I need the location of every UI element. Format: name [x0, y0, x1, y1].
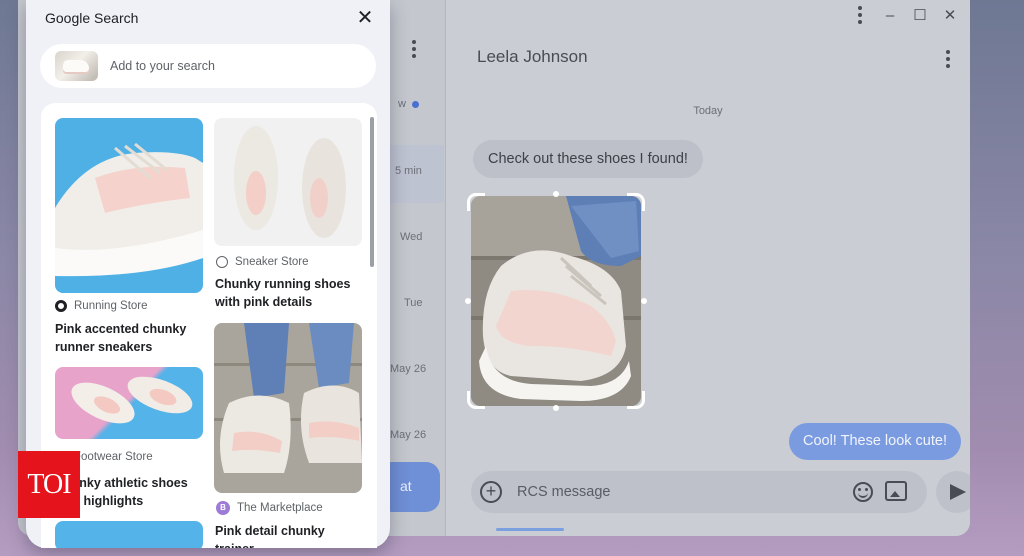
- conversation-time: May 26: [390, 429, 427, 441]
- shoe-photo[interactable]: [471, 196, 641, 406]
- marketplace-logo-icon: B: [216, 501, 230, 515]
- incoming-message[interactable]: Check out these shoes I found!: [473, 140, 703, 178]
- result-title[interactable]: Pink accented chunky runner sneakers: [55, 320, 205, 356]
- source-name: The Marketplace: [237, 502, 323, 514]
- shoe-image: [55, 142, 203, 277]
- radio-icon[interactable]: [216, 256, 228, 268]
- scrollbar[interactable]: [370, 117, 374, 267]
- add-attachment-icon[interactable]: +: [480, 481, 502, 503]
- emoji-icon[interactable]: [853, 482, 873, 502]
- app-menu-icon[interactable]: [852, 6, 868, 24]
- result-title[interactable]: Chunky running shoes with pink details: [215, 275, 365, 311]
- result-image[interactable]: [55, 367, 203, 439]
- result-source: Running Store: [55, 300, 148, 312]
- maximize-icon[interactable]: ☐: [912, 6, 928, 24]
- send-button[interactable]: [936, 471, 970, 513]
- selected-radio-icon[interactable]: [55, 300, 67, 312]
- shoe-image: [234, 126, 346, 238]
- chat-pane: – ☐ ✕ Leela Johnson Today Check out thes…: [446, 0, 970, 536]
- window-controls: – ☐ ✕: [852, 6, 958, 24]
- add-to-search-label: Add to your search: [110, 59, 215, 73]
- outgoing-message[interactable]: Cool! These look cute!: [788, 423, 961, 460]
- shoe-photo-image: [471, 196, 641, 406]
- contact-name: Leela Johnson: [477, 47, 588, 66]
- search-results: Running Store Pink accented chunky runne…: [41, 103, 377, 548]
- result-source: Sneaker Store: [216, 256, 309, 268]
- conversation-time: Tue: [404, 297, 423, 309]
- conversation-time: Wed: [400, 231, 423, 243]
- panel-title: Google Search: [45, 10, 139, 26]
- result-image[interactable]: [214, 323, 362, 493]
- message-input[interactable]: [517, 471, 817, 513]
- message-composer: +: [471, 471, 927, 513]
- conversation-time: 5 min: [395, 165, 422, 177]
- result-title[interactable]: Pink detail chunky trainer: [215, 522, 365, 548]
- source-name: Sneaker Store: [235, 256, 309, 268]
- gallery-icon[interactable]: [885, 481, 907, 501]
- google-search-panel: Google Search ✕ Add to your search Runni…: [26, 0, 390, 548]
- conversation-menu-icon[interactable]: [412, 40, 416, 58]
- close-icon[interactable]: ✕: [354, 7, 376, 29]
- shoe-image: [71, 376, 193, 424]
- search-image-thumbnail: [55, 51, 98, 81]
- conversation-time: May 26: [390, 363, 427, 375]
- scroll-indicator: [496, 528, 564, 531]
- toi-logo: TOI: [18, 451, 80, 518]
- source-name: Footwear Store: [74, 451, 153, 463]
- result-source: B The Marketplace: [216, 501, 323, 515]
- result-image[interactable]: [55, 118, 203, 293]
- close-window-icon[interactable]: ✕: [942, 6, 958, 24]
- minimize-icon[interactable]: –: [882, 7, 898, 24]
- chat-menu-icon[interactable]: [946, 50, 950, 68]
- shoe-image: [214, 323, 362, 473]
- source-name: Running Store: [74, 300, 148, 312]
- unread-label: w: [398, 98, 406, 110]
- date-separator: Today: [693, 105, 723, 117]
- add-to-search-bar[interactable]: Add to your search: [40, 44, 376, 88]
- result-image[interactable]: [55, 521, 203, 548]
- result-image[interactable]: [214, 118, 362, 246]
- unread-dot-icon: [412, 101, 419, 108]
